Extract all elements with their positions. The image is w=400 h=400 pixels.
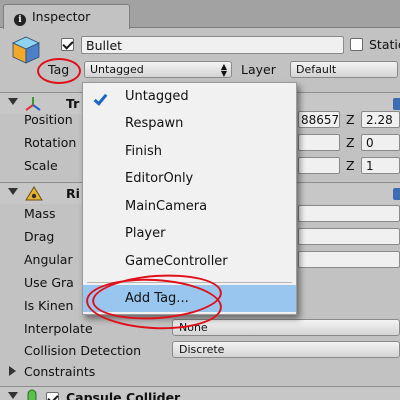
menu-item-maincamera[interactable]: MainCamera: [83, 193, 296, 220]
rigidbody-title: Ri: [66, 186, 80, 201]
scale-z-field[interactable]: 1: [361, 157, 400, 174]
collision-detection-dropdown[interactable]: Discrete: [172, 341, 400, 358]
mass-label: Mass: [24, 206, 56, 221]
help-icon[interactable]: [393, 188, 400, 200]
scale-z-label: Z: [346, 158, 355, 173]
rigidbody-icon: [25, 186, 43, 201]
tab-strip: i Inspector: [0, 0, 400, 29]
transform-title: Tr: [66, 96, 80, 111]
angular-drag-label: Angular: [24, 252, 73, 267]
constraints-fold-icon[interactable]: [9, 366, 16, 376]
menu-item-respawn[interactable]: Respawn: [83, 110, 296, 137]
fold-arrow-icon[interactable]: [8, 392, 18, 399]
updown-arrows-icon: ▲ ▼: [220, 62, 227, 78]
layer-dropdown[interactable]: Default: [290, 61, 398, 78]
menu-item-label: EditorOnly: [125, 171, 194, 186]
capsule-collider-enabled-checkbox[interactable]: [46, 392, 59, 400]
fold-arrow-icon[interactable]: [8, 98, 18, 105]
rotation-y-field[interactable]: [298, 134, 340, 151]
menu-item-label: GameController: [125, 254, 228, 269]
mass-field[interactable]: [298, 205, 400, 222]
tag-dropdown-value: Untagged: [90, 63, 144, 76]
scale-label: Scale: [24, 158, 58, 173]
menu-item-label: Untagged: [125, 89, 189, 104]
drag-field[interactable]: [298, 228, 400, 245]
menu-item-player[interactable]: Player: [83, 220, 296, 247]
position-y-field[interactable]: 88657: [298, 111, 340, 128]
menu-item-label: Respawn: [125, 116, 184, 131]
collision-detection-label: Collision Detection: [24, 343, 142, 358]
scale-y-field[interactable]: [298, 157, 340, 174]
layer-dropdown-value: Default: [296, 63, 337, 76]
static-checkbox[interactable]: [350, 38, 363, 51]
help-icon[interactable]: [393, 98, 400, 110]
active-checkbox[interactable]: [61, 38, 74, 51]
menu-item-label: Finish: [125, 144, 163, 159]
menu-item-label: Player: [125, 226, 166, 241]
menu-item-gamecontroller[interactable]: GameController: [83, 248, 296, 275]
rotation-label: Rotation: [24, 135, 77, 150]
is-kinematic-label: Is Kinen: [24, 298, 74, 313]
name-field[interactable]: Bullet: [81, 36, 344, 54]
fold-arrow-icon[interactable]: [8, 188, 18, 195]
drag-label: Drag: [24, 229, 55, 244]
use-gravity-label: Use Gra: [24, 275, 74, 290]
rotation-z-field[interactable]: 0: [361, 134, 400, 151]
static-label: Static: [369, 37, 400, 52]
menu-item-label: MainCamera: [125, 199, 208, 214]
checkmark-icon: [93, 91, 108, 106]
position-z-label: Z: [346, 112, 355, 127]
capsule-collider-title: Capsule Collider: [66, 390, 181, 400]
menu-item-editoronly[interactable]: EditorOnly: [83, 165, 296, 192]
capsule-collider-icon: [27, 389, 37, 400]
tab-inspector-label: Inspector: [32, 9, 91, 24]
angular-drag-field[interactable]: [298, 251, 400, 268]
tag-dropdown[interactable]: Untagged ▲ ▼: [84, 61, 232, 78]
interpolate-label: Interpolate: [24, 321, 93, 336]
position-label: Position: [24, 112, 73, 127]
constraints-label: Constraints: [24, 364, 96, 379]
layer-label: Layer: [241, 62, 276, 77]
capsule-collider-header[interactable]: Capsule Collider: [0, 386, 400, 400]
gameobject-cube-icon: [12, 36, 40, 64]
collision-detection-value: Discrete: [179, 343, 225, 356]
rotation-z-label: Z: [346, 135, 355, 150]
menu-item-untagged[interactable]: Untagged: [83, 83, 296, 110]
annotation-circle-tag: [37, 58, 81, 84]
menu-item-finish[interactable]: Finish: [83, 138, 296, 165]
tab-inspector[interactable]: i Inspector: [3, 4, 130, 29]
info-icon: i: [14, 14, 26, 26]
position-z-field[interactable]: 2.28: [361, 111, 400, 128]
transform-axes-icon: [25, 97, 41, 111]
